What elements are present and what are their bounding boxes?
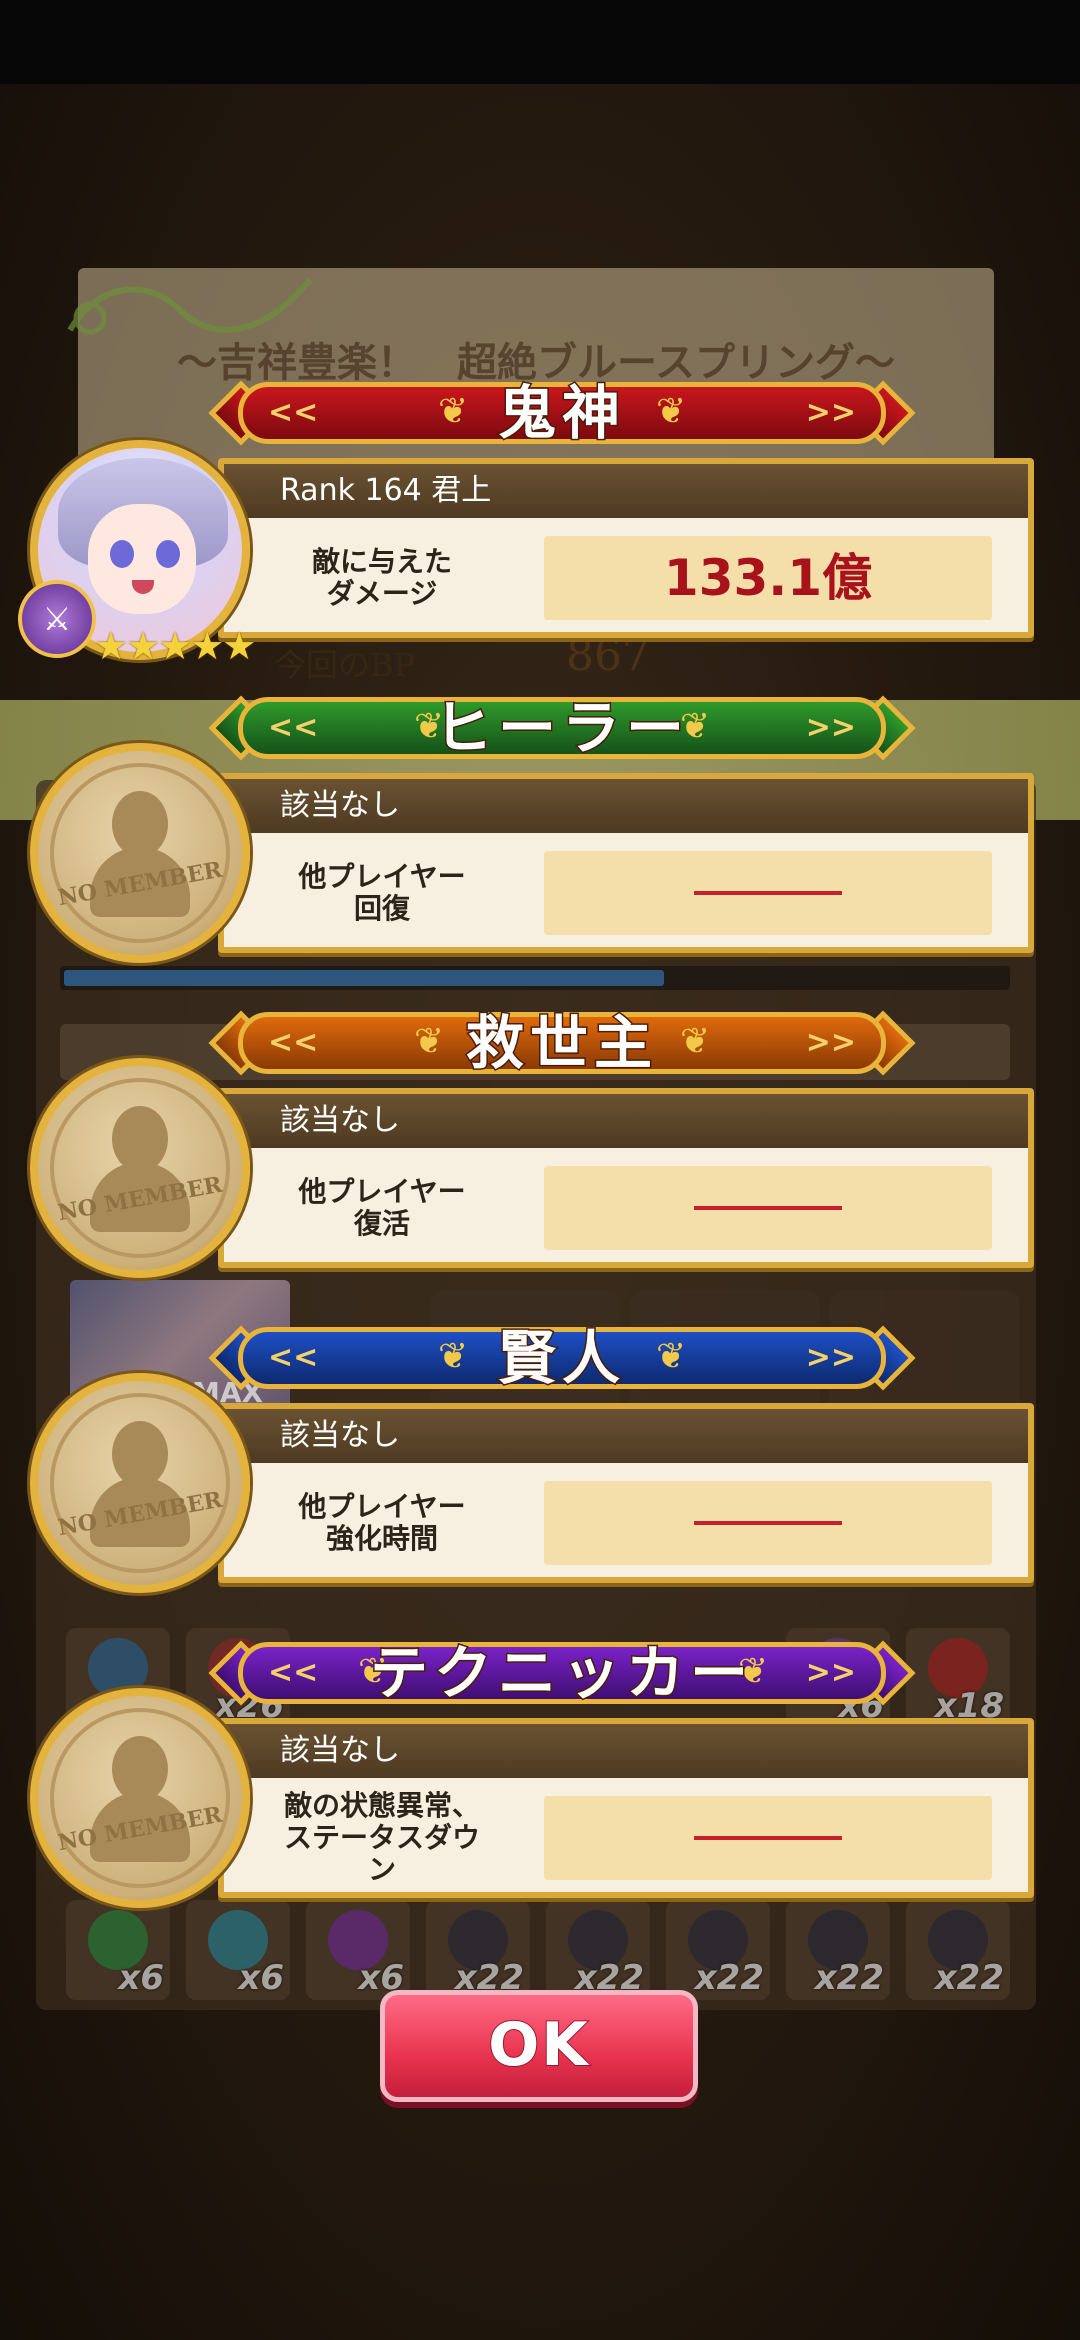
award-banner: << >> ❦ ❦ テクニッカー <box>208 1630 916 1716</box>
sword-attribute-icon: ⚔ <box>18 580 96 658</box>
item-count: x22 <box>694 1958 764 1998</box>
no-member-avatar: NO MEMBER <box>30 1058 250 1278</box>
empty-value-dash <box>694 1836 842 1840</box>
empty-value-dash <box>694 1206 842 1210</box>
player-rank-name: 該当なし <box>280 1418 400 1453</box>
award-title: 救世主 <box>464 1008 658 1079</box>
item-count: x22 <box>814 1958 884 1998</box>
item-count: x6 <box>238 1958 284 1998</box>
award-panel: Rank 164 君上 敵に与えた ダメージ 133.1億 <box>218 458 1034 638</box>
award-value: 133.1億 <box>663 549 873 607</box>
award-title: テクニッカー <box>368 1638 754 1709</box>
no-member-avatar: NO MEMBER <box>30 743 250 963</box>
empty-value-dash <box>694 1521 842 1525</box>
award-banner: << >> ❦ ❦ 賢人 <box>208 1315 916 1401</box>
empty-value-dash <box>694 891 842 895</box>
ok-button-label: OK <box>487 2009 590 2081</box>
award-sage: << >> ❦ ❦ 賢人 該当なし 他プレイヤー 強化時間 NO MEMBER <box>0 1315 1080 1635</box>
player-rank-name: Rank 164 君上 <box>280 473 492 508</box>
award-title: ヒーラー <box>432 693 690 764</box>
award-value-box <box>544 851 992 935</box>
award-technicker: << >> ❦ ❦ テクニッカー 該当なし 敵の状態異常、 ステータスダウン N… <box>0 1630 1080 1950</box>
status-bar <box>0 0 1080 84</box>
award-description: 敵の状態異常、 ステータスダウン <box>283 1789 480 1886</box>
award-healer: << >> ❦ ❦ ヒーラー 該当なし 他プレイヤー 回復 NO MEMBER <box>0 685 1080 1005</box>
item-count: x22 <box>934 1958 1004 1998</box>
player-rank-name: 該当なし <box>280 1103 400 1138</box>
award-savior: << >> ❦ ❦ 救世主 該当なし 他プレイヤー 復活 NO MEMBER <box>0 1000 1080 1320</box>
award-title: 賢人 <box>496 1323 626 1394</box>
award-banner: << >> ❦ ❦ 救世主 <box>208 1000 916 1086</box>
player-rank-name: 該当なし <box>280 1733 400 1768</box>
award-value-box <box>544 1166 992 1250</box>
award-value-box: 133.1億 <box>544 536 992 620</box>
award-description: 他プレイヤー 強化時間 <box>298 1490 466 1555</box>
player-rank-name: 該当なし <box>280 788 400 823</box>
award-banner: << >> ❦ ❦ 鬼神 <box>208 370 916 456</box>
award-panel: 該当なし 他プレイヤー 復活 <box>218 1088 1034 1268</box>
award-banner: << >> ❦ ❦ ヒーラー <box>208 685 916 771</box>
award-value-box <box>544 1481 992 1565</box>
award-value-box <box>544 1796 992 1880</box>
award-description: 敵に与えた ダメージ <box>311 545 452 610</box>
rarity-stars-icon: ★★★★★ <box>94 624 256 668</box>
award-panel: 該当なし 他プレイヤー 強化時間 <box>218 1403 1034 1583</box>
award-description: 他プレイヤー 回復 <box>298 860 466 925</box>
award-panel: 該当なし 敵の状態異常、 ステータスダウン <box>218 1718 1034 1898</box>
ok-button[interactable]: OK <box>380 1990 698 2102</box>
no-member-avatar: NO MEMBER <box>30 1688 250 1908</box>
award-panel: 該当なし 他プレイヤー 回復 <box>218 773 1034 953</box>
item-count: x6 <box>118 1958 164 1998</box>
no-member-avatar: NO MEMBER <box>30 1373 250 1593</box>
award-description: 他プレイヤー 復活 <box>298 1175 466 1240</box>
award-title: 鬼神 <box>496 378 626 449</box>
